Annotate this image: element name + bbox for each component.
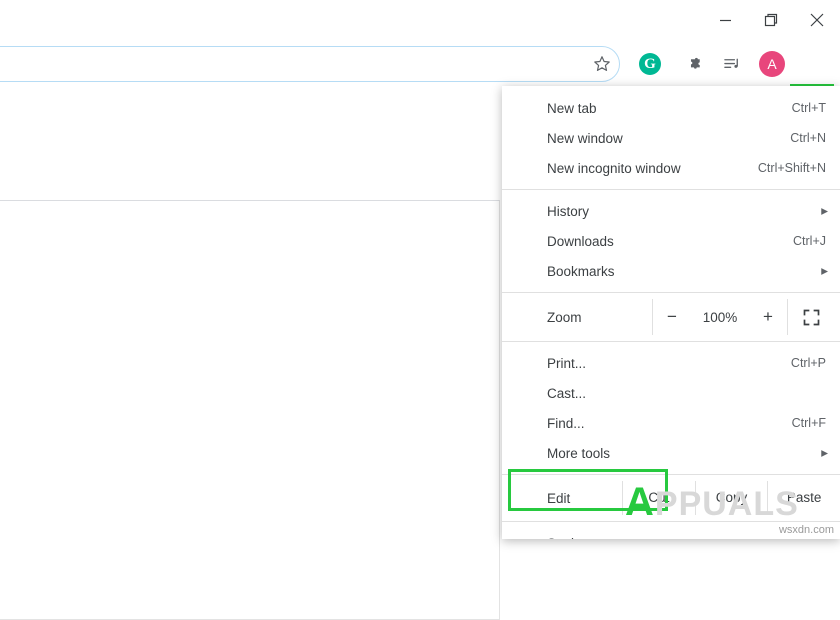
menu-item-history[interactable]: History ▸ <box>502 196 840 226</box>
menu-item-new-window[interactable]: New window Ctrl+N <box>502 123 840 153</box>
menu-item-cast[interactable]: Cast... <box>502 378 840 408</box>
menu-item-label: Downloads <box>547 234 793 249</box>
avatar-initial: A <box>759 51 785 77</box>
media-controls-icon[interactable] <box>716 48 748 80</box>
zoom-label: Zoom <box>547 310 652 325</box>
menu-item-accelerator: Ctrl+P <box>791 356 828 370</box>
extensions-puzzle-icon[interactable] <box>678 48 710 80</box>
menu-item-label: History <box>547 204 814 219</box>
menu-separator <box>502 189 840 190</box>
menu-item-label: Settings <box>547 536 828 540</box>
menu-item-label: More tools <box>547 446 814 461</box>
menu-item-label: New window <box>547 131 790 146</box>
menu-item-accelerator: Ctrl+Shift+N <box>758 161 828 175</box>
menu-item-label: Cast... <box>547 386 826 401</box>
menu-item-accelerator: Ctrl+T <box>792 101 828 115</box>
extension-g-letter: G <box>639 53 661 75</box>
menu-item-label: Bookmarks <box>547 264 814 279</box>
menu-item-new-tab[interactable]: New tab Ctrl+T <box>502 93 840 123</box>
zoom-controls: − 100% + <box>652 299 788 335</box>
menu-item-find[interactable]: Find... Ctrl+F <box>502 408 840 438</box>
close-icon[interactable] <box>794 0 840 40</box>
restore-icon[interactable] <box>748 0 794 40</box>
menu-separator <box>502 341 840 342</box>
menu-item-label: New incognito window <box>547 161 758 176</box>
submenu-arrow-icon: ▸ <box>814 203 828 219</box>
zoom-level-value: 100% <box>691 310 749 325</box>
edit-paste-button[interactable]: Paste <box>767 481 840 515</box>
edit-copy-button[interactable]: Copy <box>695 481 768 515</box>
menu-item-bookmarks[interactable]: Bookmarks ▸ <box>502 256 840 286</box>
window-title-bar <box>0 0 840 40</box>
submenu-arrow-icon: ▸ <box>814 263 828 279</box>
menu-item-label: Print... <box>547 356 791 371</box>
menu-item-downloads[interactable]: Downloads Ctrl+J <box>502 226 840 256</box>
address-bar[interactable] <box>0 46 620 82</box>
source-watermark: wsxdn.com <box>779 524 834 536</box>
settings-menu-item-highlight <box>508 469 668 511</box>
grammarly-extension-icon[interactable]: G <box>634 48 666 80</box>
menu-item-accelerator: Ctrl+J <box>793 234 828 248</box>
zoom-out-button[interactable]: − <box>653 299 691 335</box>
zoom-in-button[interactable]: + <box>749 299 787 335</box>
menu-separator <box>502 521 840 522</box>
menu-item-new-incognito-window[interactable]: New incognito window Ctrl+Shift+N <box>502 153 840 183</box>
fullscreen-icon[interactable] <box>788 299 834 335</box>
window-controls <box>702 0 840 40</box>
menu-item-accelerator: Ctrl+N <box>790 131 828 145</box>
menu-item-label: New tab <box>547 101 792 116</box>
minimize-icon[interactable] <box>702 0 748 40</box>
menu-item-accelerator: Ctrl+F <box>792 416 828 430</box>
menu-item-print[interactable]: Print... Ctrl+P <box>502 348 840 378</box>
menu-zoom-row: Zoom − 100% + <box>502 299 840 335</box>
page-content-card <box>0 200 500 620</box>
menu-separator <box>502 292 840 293</box>
bookmark-star-icon[interactable] <box>586 48 618 80</box>
menu-item-label: Find... <box>547 416 792 431</box>
browser-toolbar: G A <box>0 40 840 88</box>
profile-avatar[interactable]: A <box>756 48 788 80</box>
menu-item-more-tools[interactable]: More tools ▸ <box>502 438 840 468</box>
submenu-arrow-icon: ▸ <box>814 445 828 461</box>
